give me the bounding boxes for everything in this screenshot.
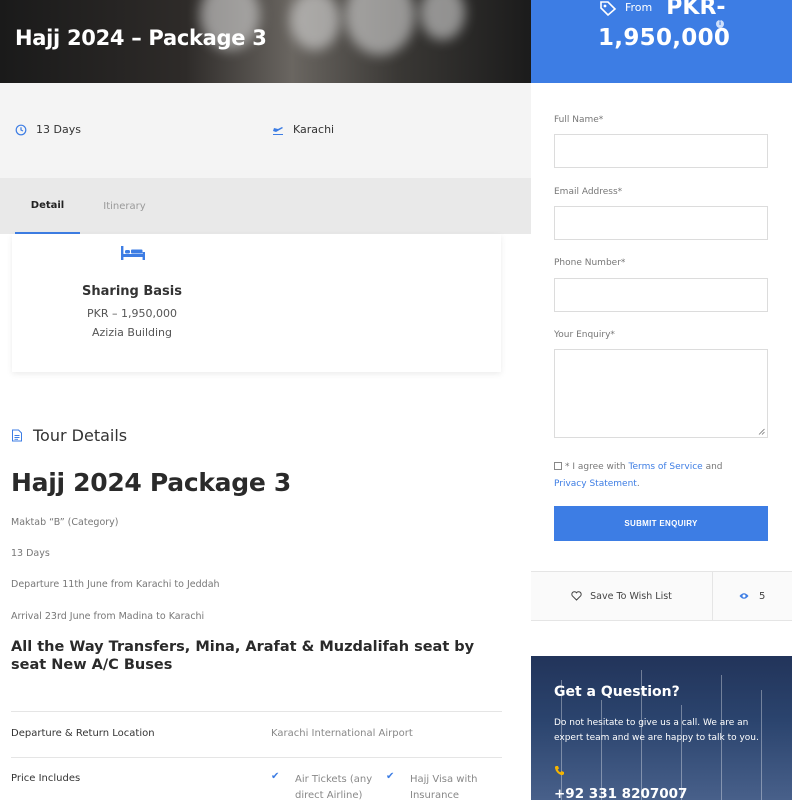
agree-and: and xyxy=(705,462,723,472)
price-currency: PKR- xyxy=(666,0,726,20)
privacy-link[interactable]: Privacy Statement xyxy=(554,479,637,489)
question-text: Do not hesitate to give us a call. We ar… xyxy=(554,718,759,743)
wishlist-label: Save To Wish List xyxy=(590,590,672,602)
transfer-heading: All the Way Transfers, Mina, Arafat & Mu… xyxy=(11,639,475,673)
duration-value: 13 Days xyxy=(36,123,81,136)
views-value: 5 xyxy=(759,590,766,602)
departure-label: Departure & Return Location xyxy=(11,728,155,739)
phone-field[interactable] xyxy=(554,278,768,312)
check-icon: ✔ xyxy=(271,771,280,782)
detail-line-arrival: Arrival 23rd June from Madina to Karachi xyxy=(11,611,205,622)
hero-banner: Hajj 2024 – Package 3 xyxy=(0,0,531,83)
enquiry-textarea[interactable] xyxy=(554,349,768,438)
sharing-card: Sharing Basis PKR – 1,950,000 Azizia Bui… xyxy=(12,234,501,372)
eye-icon xyxy=(739,593,749,599)
detail-line-category: Maktab “B” (Category) xyxy=(11,517,119,528)
phone-label: Phone Number* xyxy=(554,258,626,268)
full-name-field[interactable] xyxy=(554,134,768,168)
includes-label: Price Includes xyxy=(11,773,81,784)
includes-item: Hajj Visa with Insurance xyxy=(410,774,478,800)
location-item: Karachi xyxy=(272,123,334,136)
email-label: Email Address* xyxy=(554,187,623,197)
price-tag-icon xyxy=(600,0,617,16)
tour-meta-bar: 13 Days Karachi xyxy=(0,83,531,178)
question-title: Get a Question? xyxy=(554,684,680,700)
sharing-title: Sharing Basis xyxy=(82,284,182,299)
tab-itinerary[interactable]: Itinerary xyxy=(92,178,157,234)
bed-icon xyxy=(121,246,145,260)
save-wishlist-button[interactable]: Save To Wish List xyxy=(531,572,712,620)
sharing-price: PKR – 1,950,000 xyxy=(87,307,177,320)
terms-link[interactable]: Terms of Service xyxy=(629,462,703,472)
table-row-includes: Price Includes ✔ Air Tickets (any direct… xyxy=(11,757,502,800)
agree-suffix: . xyxy=(636,479,640,489)
includes-item: Air Tickets (any direct Airline) xyxy=(295,774,373,800)
enquiry-label: Your Enquiry* xyxy=(554,330,615,340)
tour-details-heading: Tour Details xyxy=(11,426,127,445)
full-name-label: Full Name* xyxy=(554,115,604,125)
location-value: Karachi xyxy=(293,123,335,136)
duration-item: 13 Days xyxy=(15,123,81,136)
phone-icon xyxy=(554,766,564,776)
price-box: From PKR- 1,950,000 i xyxy=(531,0,792,83)
enquiry-form: Full Name* Email Address* Phone Number* … xyxy=(531,83,792,571)
sharing-building: Azizia Building xyxy=(91,326,173,339)
resize-grip-icon[interactable] xyxy=(758,428,765,435)
detail-line-departure: Departure 11th June from Karachi to Jedd… xyxy=(11,579,220,590)
plane-departure-icon xyxy=(273,126,283,135)
document-icon xyxy=(12,429,22,442)
wishlist-bar: Save To Wish List 5 xyxy=(531,571,792,621)
question-box: Get a Question? Do not hesitate to give … xyxy=(531,656,792,800)
agree-prefix: * I agree with xyxy=(565,462,626,472)
table-row-departure: Departure & Return Location Karachi Inte… xyxy=(11,711,502,757)
check-icon: ✔ xyxy=(386,771,395,782)
detail-tabs: Detail Itinerary xyxy=(0,178,531,234)
views-count: 5 xyxy=(739,572,765,620)
tab-detail[interactable]: Detail xyxy=(15,178,80,234)
heart-icon xyxy=(571,591,582,601)
hero-title: Hajj 2024 – Package 3 xyxy=(15,26,267,50)
divider xyxy=(712,572,713,620)
price-from-label: From xyxy=(625,1,653,14)
package-title: Hajj 2024 Package 3 xyxy=(11,468,292,497)
detail-line-duration: 13 Days xyxy=(11,548,50,559)
agree-checkbox[interactable] xyxy=(554,462,562,470)
email-field[interactable] xyxy=(554,206,768,240)
submit-enquiry-button[interactable]: SUBMIT ENQUIRY xyxy=(554,506,768,541)
info-icon[interactable]: i xyxy=(716,20,724,28)
clock-icon xyxy=(15,124,27,135)
tour-details-title: Tour Details xyxy=(33,426,128,445)
departure-value: Karachi International Airport xyxy=(271,728,413,739)
agree-terms: * I agree with Terms of Service and Priv… xyxy=(554,459,754,493)
price-from: From PKR- xyxy=(599,0,726,20)
price-amount: 1,950,000 xyxy=(598,25,731,51)
phone-number[interactable]: +92 331 8207007 xyxy=(554,786,687,800)
